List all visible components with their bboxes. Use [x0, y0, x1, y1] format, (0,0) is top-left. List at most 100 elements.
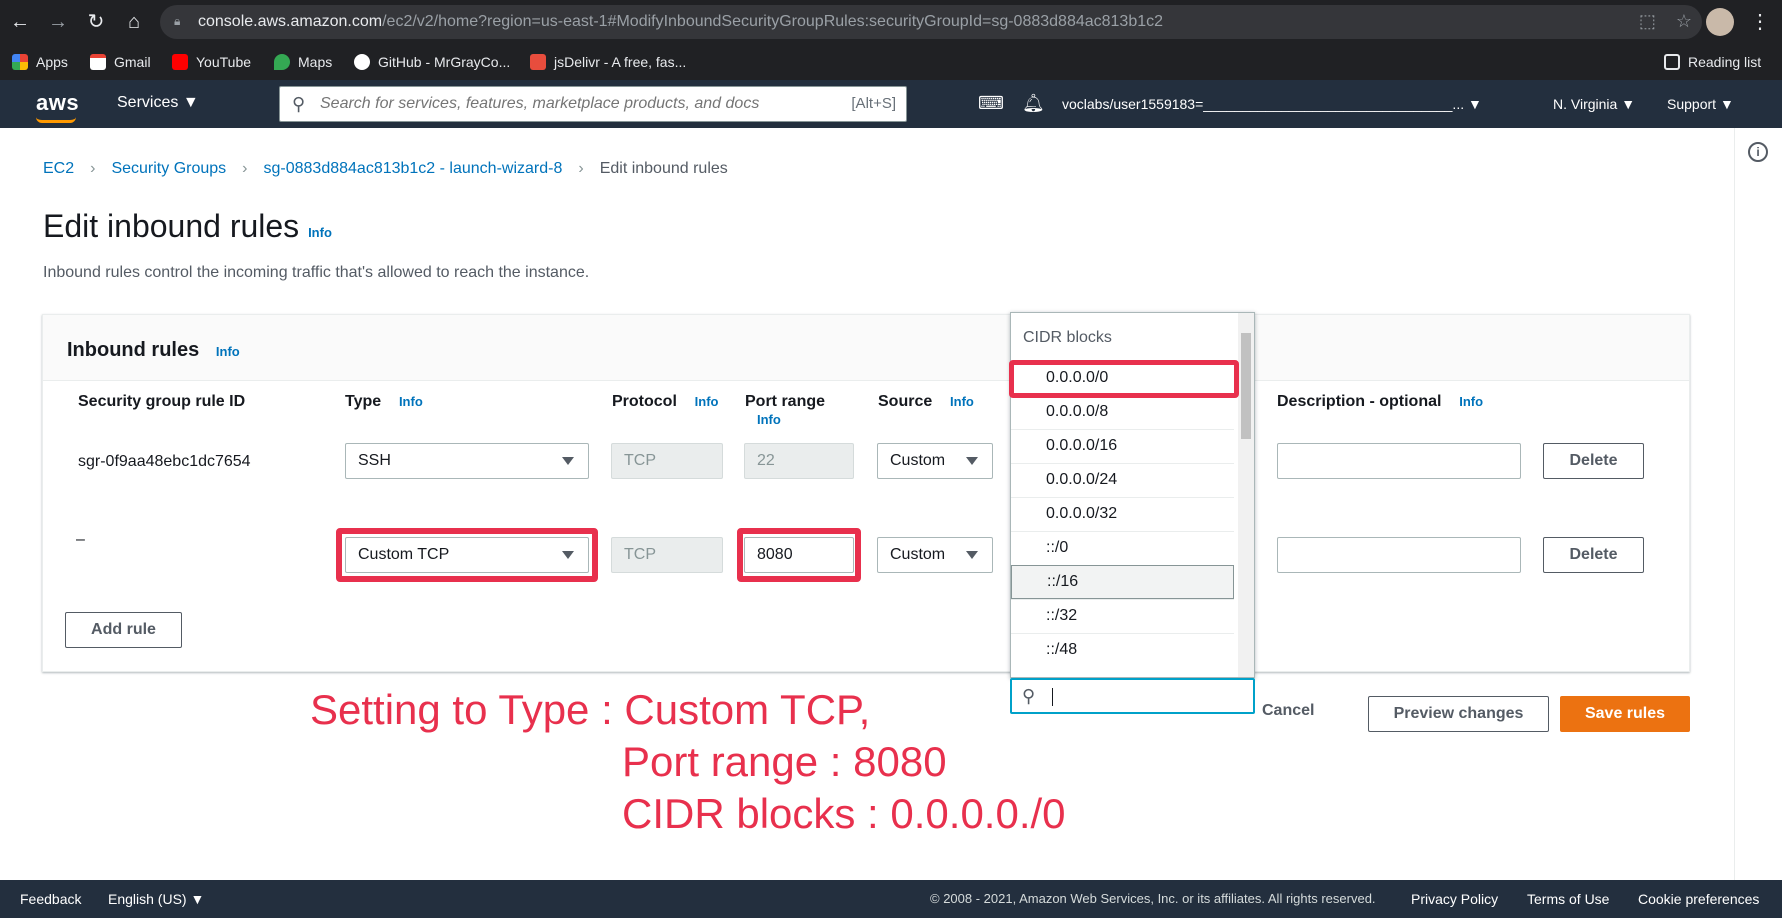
services-menu[interactable]: Services ▼	[117, 94, 199, 112]
breadcrumb-ec2[interactable]: EC2	[43, 160, 74, 177]
protocol-field-1: TCP	[611, 443, 723, 479]
notifications-bell-icon[interactable]: 🔔︎	[1022, 93, 1045, 114]
cidr-option[interactable]: ::/0	[1011, 531, 1234, 565]
rule-id-1: sgr-0f9aa48ebc1dc7654	[78, 453, 251, 470]
browser-chrome: ← → ↻ ⌂ 🔒︎ console.aws.amazon.com/ec2/v2…	[0, 0, 1782, 80]
youtube-icon	[172, 54, 188, 70]
breadcrumb-security-group[interactable]: sg-0883d884ac813b1c2 - launch-wizard-8	[264, 160, 563, 177]
caret-down-icon	[966, 457, 978, 465]
translate-icon[interactable]: ⬚	[1639, 11, 1656, 31]
dropdown-scrollbar[interactable]	[1238, 313, 1254, 677]
col-header-source: Source Info	[878, 393, 974, 410]
source-select-1[interactable]: Custom	[877, 443, 993, 479]
cidr-highlight-box	[1009, 360, 1239, 398]
caret-down-icon: ▼	[1468, 96, 1482, 112]
cidr-option-hovered[interactable]: ::/16	[1011, 565, 1234, 599]
copyright-text: © 2008 - 2021, Amazon Web Services, Inc.…	[930, 891, 1376, 906]
address-bar[interactable]: 🔒︎ console.aws.amazon.com/ec2/v2/home?re…	[160, 5, 1702, 39]
cloudshell-icon[interactable]: ⌨	[978, 93, 1004, 114]
rule-id-2: –	[76, 531, 85, 548]
bookmark-gmail[interactable]: Gmail	[90, 51, 151, 73]
aws-logo[interactable]: aws	[36, 90, 79, 123]
col-header-protocol: Protocol Info	[612, 393, 719, 410]
source-info-link[interactable]: Info	[950, 394, 974, 409]
aws-top-nav: aws Services ▼ ⚲ [Alt+S] ⌨ 🔔︎ voclabs/us…	[0, 80, 1782, 128]
port-highlight-box	[737, 528, 861, 582]
star-icon[interactable]: ☆	[1676, 11, 1692, 31]
page-info-link[interactable]: Info	[308, 225, 332, 240]
home-icon[interactable]: ⌂	[122, 10, 146, 34]
col-header-rule-id: Security group rule ID	[78, 393, 246, 410]
url-host: console.aws.amazon.com	[198, 13, 383, 30]
cidr-option[interactable]: ::/48	[1011, 633, 1234, 667]
save-rules-button[interactable]: Save rules	[1560, 696, 1690, 732]
protocol-info-link[interactable]: Info	[695, 394, 719, 409]
language-selector[interactable]: English (US) ▼	[108, 891, 204, 907]
page-title: Edit inbound rules Info	[43, 208, 332, 244]
delete-button-1[interactable]: Delete	[1543, 443, 1644, 479]
support-menu[interactable]: Support ▼	[1667, 96, 1734, 112]
cidr-option[interactable]: 0.0.0.0/24	[1011, 463, 1234, 497]
annotation-line-1: Setting to Type : Custom TCP,	[310, 686, 871, 733]
search-icon: ⚲	[292, 94, 306, 114]
col-header-port-range: Port range Info	[745, 393, 826, 427]
menu-dots-icon[interactable]: ⋮	[1748, 10, 1772, 34]
maps-icon	[274, 54, 290, 70]
cancel-button[interactable]: Cancel	[1262, 702, 1314, 720]
aws-search-input[interactable]	[320, 93, 800, 115]
cidr-option[interactable]: 0.0.0.0/32	[1011, 497, 1234, 531]
jsdelivr-icon	[530, 54, 546, 70]
forward-icon[interactable]: →	[46, 10, 70, 34]
reading-list[interactable]: Reading list	[1664, 51, 1761, 73]
source-select-2[interactable]: Custom	[877, 537, 993, 573]
description-input-2[interactable]	[1277, 537, 1521, 573]
cidr-option[interactable]: 0.0.0.0/8	[1011, 395, 1234, 429]
search-shortcut-hint: [Alt+S]	[851, 95, 896, 112]
bookmark-jsdelivr[interactable]: jsDelivr - A free, fas...	[530, 51, 686, 73]
info-circle-icon[interactable]: i	[1748, 142, 1768, 162]
type-info-link[interactable]: Info	[399, 394, 423, 409]
aws-smile-icon	[36, 117, 76, 123]
bookmark-youtube[interactable]: YouTube	[172, 51, 251, 73]
description-info-link[interactable]: Info	[1459, 394, 1483, 409]
panel-info-link[interactable]: Info	[216, 344, 240, 359]
scrollbar-thumb[interactable]	[1241, 333, 1251, 439]
cidr-search-input[interactable]: ⚲	[1010, 678, 1255, 714]
description-input-1[interactable]	[1277, 443, 1521, 479]
delete-button-2[interactable]: Delete	[1543, 537, 1644, 573]
reload-icon[interactable]: ↻	[84, 10, 108, 34]
back-icon[interactable]: ←	[8, 10, 32, 34]
bookmarks-bar: Apps Gmail YouTube Maps GitHub - MrGrayC…	[0, 44, 1782, 80]
profile-avatar[interactable]	[1706, 8, 1734, 36]
bookmark-github[interactable]: GitHub - MrGrayCo...	[354, 51, 510, 73]
bookmark-maps[interactable]: Maps	[274, 51, 332, 73]
cidr-option[interactable]: ::/32	[1011, 599, 1234, 633]
account-menu[interactable]: voclabs/user1559183=____________________…	[1062, 96, 1482, 112]
add-rule-button[interactable]: Add rule	[65, 612, 182, 648]
terms-of-use-link[interactable]: Terms of Use	[1527, 891, 1609, 907]
region-menu[interactable]: N. Virginia ▼	[1553, 96, 1635, 112]
annotation-line-2: Port range : 8080	[622, 738, 947, 785]
lock-icon: 🔒︎	[174, 14, 181, 28]
protocol-field-2: TCP	[611, 537, 723, 573]
breadcrumb-security-groups[interactable]: Security Groups	[111, 160, 226, 177]
type-select-1[interactable]: SSH	[345, 443, 589, 479]
bookmark-apps[interactable]: Apps	[12, 51, 68, 73]
chevron-right-icon: ›	[90, 160, 96, 177]
help-panel-rail: i	[1734, 128, 1782, 880]
caret-down-icon: ▼	[1719, 96, 1734, 112]
preview-changes-button[interactable]: Preview changes	[1368, 696, 1549, 732]
caret-down-icon: ▼	[1621, 96, 1636, 112]
url-path: /ec2/v2/home?region=us-east-1#ModifyInbo…	[382, 13, 1164, 30]
caret-down-icon	[562, 457, 574, 465]
aws-search-box[interactable]: ⚲ [Alt+S]	[279, 86, 907, 122]
github-icon	[354, 54, 370, 70]
port-info-link[interactable]: Info	[757, 412, 781, 427]
cookie-preferences-link[interactable]: Cookie preferences	[1638, 891, 1759, 907]
cidr-option[interactable]: 0.0.0.0/16	[1011, 429, 1234, 463]
col-header-type: Type Info	[345, 393, 423, 410]
chevron-right-icon: ›	[242, 160, 248, 177]
cidr-dropdown-header: CIDR blocks	[1023, 329, 1112, 346]
privacy-policy-link[interactable]: Privacy Policy	[1411, 891, 1498, 907]
feedback-link[interactable]: Feedback	[20, 891, 81, 907]
